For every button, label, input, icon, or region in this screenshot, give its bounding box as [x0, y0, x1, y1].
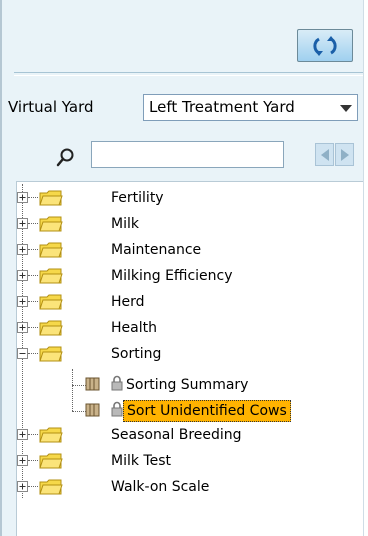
expand-plus-icon[interactable] [17, 218, 28, 229]
tree-item-milk[interactable]: Milk [17, 212, 357, 236]
header-divider-highlight [14, 75, 363, 76]
expand-plus-icon[interactable] [17, 244, 28, 255]
triangle-right-icon [340, 148, 349, 161]
chevron-down-icon[interactable] [340, 105, 352, 112]
search-icon [56, 148, 74, 167]
triangle-left-icon [320, 148, 329, 161]
search-prev-button[interactable] [315, 143, 334, 166]
tree-item-milking-efficiency[interactable]: Milking Efficiency [17, 264, 357, 288]
expand-plus-icon[interactable] [17, 455, 28, 466]
tree-item-milk-test[interactable]: Milk Test [17, 449, 357, 473]
tree-item-seasonal-breeding[interactable]: Seasonal Breeding [17, 423, 357, 447]
tree-item-label: Herd [111, 294, 145, 310]
folder-icon [39, 427, 63, 443]
tree-item-label: Walk-on Scale [111, 479, 210, 495]
tree-item-label: Milking Efficiency [111, 268, 233, 284]
tree-connector [28, 301, 38, 302]
tree-item-label-selected: Sort Unidentified Cows [123, 400, 291, 422]
folder-icon [39, 216, 63, 232]
folder-icon [39, 268, 63, 284]
tree-connector [28, 327, 38, 328]
tree-item-label: Milk [111, 216, 139, 232]
virtual-yard-selected-value: Left Treatment Yard [149, 98, 295, 116]
lock-icon [111, 375, 123, 391]
tree-item-label: Milk Test [111, 453, 171, 469]
folder-icon [39, 190, 63, 206]
report-navigation-panel: Virtual Yard Left Treatment Yard Fertili… [0, 0, 368, 536]
tree-connector [28, 460, 38, 461]
tree-item-sort-unidentified-cows[interactable]: Sort Unidentified Cows [85, 399, 357, 423]
panel-edge [364, 0, 368, 536]
expand-plus-icon[interactable] [17, 192, 28, 203]
tree-item-fertility[interactable]: Fertility [17, 186, 357, 210]
header-divider [14, 72, 363, 73]
folder-icon [39, 320, 63, 336]
tree-item-health[interactable]: Health [17, 316, 357, 340]
tree-item-label: Sorting [111, 346, 162, 362]
panel-left-border [0, 0, 2, 536]
expand-plus-icon[interactable] [17, 429, 28, 440]
search-input[interactable] [91, 141, 284, 168]
tree-connector [72, 369, 73, 411]
tree-item-walk-on-scale[interactable]: Walk-on Scale [17, 475, 357, 499]
tree-connector [28, 197, 38, 198]
folder-open-icon [39, 346, 63, 362]
tree-connector [72, 385, 86, 386]
report-book-icon [85, 377, 100, 391]
tree-connector [28, 353, 38, 354]
lock-icon [111, 401, 123, 417]
tree-item-label: Maintenance [111, 242, 202, 258]
tree-item-sorting[interactable]: Sorting [17, 342, 357, 366]
refresh-button[interactable] [297, 29, 353, 62]
virtual-yard-label: Virtual Yard [8, 98, 94, 116]
expand-plus-icon[interactable] [17, 296, 28, 307]
report-book-icon [85, 403, 100, 417]
tree-item-label: Seasonal Breeding [111, 427, 242, 443]
tree-connector [28, 486, 38, 487]
tree-connector [72, 411, 86, 412]
tree-item-maintenance[interactable]: Maintenance [17, 238, 357, 262]
tree-item-label: Health [111, 320, 157, 336]
tree-connector [28, 223, 38, 224]
expand-plus-icon[interactable] [17, 322, 28, 333]
tree-connector [28, 434, 38, 435]
tree-item-label: Fertility [111, 190, 164, 206]
report-tree: Fertility Milk Maintenance Milking Effic… [16, 181, 363, 536]
tree-item-label: Sorting Summary [126, 377, 249, 393]
expand-plus-icon[interactable] [17, 481, 28, 492]
tree-item-herd[interactable]: Herd [17, 290, 357, 314]
tree-item-sorting-summary[interactable]: Sorting Summary [85, 373, 357, 397]
folder-icon [39, 294, 63, 310]
refresh-arrows-icon [313, 35, 337, 56]
tree-connector [28, 249, 38, 250]
expand-plus-icon[interactable] [17, 270, 28, 281]
collapse-minus-icon[interactable] [17, 348, 28, 359]
virtual-yard-select[interactable]: Left Treatment Yard [143, 94, 358, 121]
folder-icon [39, 242, 63, 258]
search-next-button[interactable] [335, 143, 354, 166]
folder-icon [39, 453, 63, 469]
folder-icon [39, 479, 63, 495]
tree-connector [28, 275, 38, 276]
